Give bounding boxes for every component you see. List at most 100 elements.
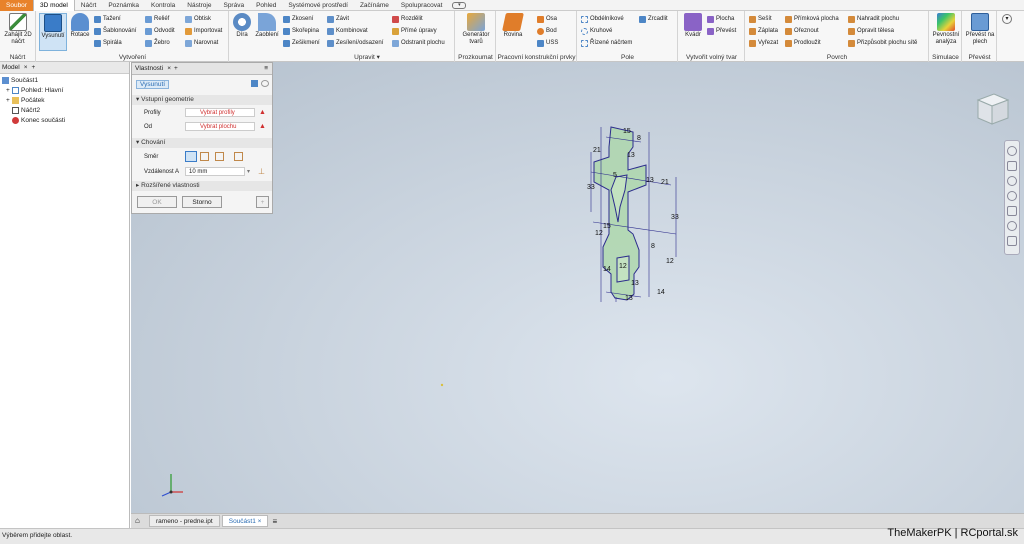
thread-button[interactable]: Závit — [327, 14, 349, 24]
dimension-label[interactable]: 13 — [625, 295, 633, 302]
feature-name-field[interactable]: Vysunutí — [136, 80, 170, 89]
convert-sheet-metal-button[interactable]: Převést na plech — [963, 13, 997, 46]
dimension-label[interactable]: 12 — [666, 258, 674, 265]
profiles-select[interactable]: Vybrat profily — [185, 108, 255, 117]
ribbon-options-icon[interactable]: ▾ — [1002, 14, 1012, 24]
tab-annotate[interactable]: Poznámka — [102, 0, 145, 11]
import-button[interactable]: Importovat — [185, 26, 222, 36]
close-icon[interactable]: × — [167, 65, 171, 72]
full-navigation-icon[interactable] — [1007, 221, 1017, 231]
replace-face-button[interactable]: Nahradit plochu — [848, 14, 899, 24]
loft-button[interactable]: Šablonování — [94, 26, 136, 36]
tab-tools[interactable]: Nástroje — [181, 0, 217, 11]
file-menu[interactable]: Soubor — [0, 0, 33, 11]
close-icon[interactable]: × — [24, 64, 28, 71]
input-geometry-section[interactable]: ▾ Vstupní geometrie — [132, 95, 272, 105]
direction-default-button[interactable] — [185, 151, 197, 162]
dimension-label[interactable]: 14 — [603, 266, 611, 273]
unwrap-button[interactable]: Narovnat — [185, 38, 218, 48]
tab-menu-icon[interactable]: ≡ — [272, 517, 277, 526]
steering-wheel-icon[interactable] — [1007, 146, 1017, 156]
visibility-icon[interactable] — [261, 80, 269, 87]
expand-icon[interactable]: + — [6, 97, 11, 104]
direction-flip-button[interactable] — [200, 152, 209, 161]
chevron-down-icon[interactable]: ▾ — [247, 168, 250, 175]
start-sketch-button[interactable]: Zahájit 2D náčrt — [3, 13, 33, 46]
plane-button[interactable]: Rovina — [500, 13, 526, 39]
tab-environments[interactable]: Systémové prostředí — [282, 0, 354, 11]
dimension-label[interactable]: 8 — [651, 243, 655, 250]
dimension-label[interactable]: 5 — [613, 172, 617, 179]
box-button[interactable]: Kvádr — [682, 13, 704, 39]
panel-menu-icon[interactable]: ≡ — [264, 65, 268, 72]
expand-icon[interactable]: + — [6, 87, 11, 94]
distance-input[interactable]: 10 mm — [185, 167, 245, 176]
ucs-button[interactable]: USS — [537, 38, 558, 48]
tab-3d-model[interactable]: 3D model — [32, 0, 75, 11]
behavior-section[interactable]: ▾ Chování — [132, 138, 272, 148]
dimension-label[interactable]: 13 — [631, 280, 639, 287]
fillet-button[interactable]: Zaoblení — [254, 13, 280, 39]
dimension-label[interactable]: 8 — [637, 135, 641, 142]
dimension-label[interactable]: 12 — [619, 263, 627, 270]
doc-tab-part1[interactable]: Součást1 × — [221, 515, 269, 527]
direction-symmetric-button[interactable] — [215, 152, 224, 161]
ruled-surface-button[interactable]: Přímková plocha — [785, 14, 839, 24]
tree-item-origin[interactable]: + Počátek — [6, 97, 45, 104]
direct-edit-button[interactable]: Přímé úpravy — [392, 26, 437, 36]
view-options-icon[interactable] — [1007, 236, 1017, 246]
combine-button[interactable]: Kombinovat — [327, 26, 368, 36]
hole-button[interactable]: Díra — [231, 13, 253, 39]
tree-item-part[interactable]: Součást1 — [2, 77, 38, 84]
shape-generator-button[interactable]: Generátor tvarů — [458, 13, 494, 46]
draft-button[interactable]: Zešikmení — [283, 38, 320, 48]
shell-button[interactable]: Skořepina — [283, 26, 319, 36]
extend-button[interactable]: Prodloužit — [785, 38, 821, 48]
delete-face-button[interactable]: Odstranit plochu — [392, 38, 445, 48]
tab-inspect[interactable]: Kontrola — [145, 0, 181, 11]
advanced-section[interactable]: ▸ Rozšířené vlastnosti — [132, 181, 272, 191]
look-at-icon[interactable] — [1007, 206, 1017, 216]
dimension-label[interactable]: 13 — [646, 177, 654, 184]
split-button[interactable]: Rozdělit — [392, 14, 423, 24]
orbit-icon[interactable] — [1007, 191, 1017, 201]
decal-button[interactable]: Obtisk — [185, 14, 211, 24]
dimension-label[interactable]: 14 — [657, 289, 665, 296]
tab-view[interactable]: Pohled — [250, 0, 282, 11]
tab-collaborate[interactable]: Spolupracovat — [395, 0, 449, 11]
circular-pattern-button[interactable]: Kruhové — [581, 26, 612, 36]
tree-item-sketch2[interactable]: Náčrt2 — [12, 107, 40, 114]
sketch-profile[interactable] — [593, 126, 647, 301]
repair-bodies-button[interactable]: Opravit tělesa — [848, 26, 894, 36]
dimension-label[interactable]: 33 — [587, 184, 595, 191]
cancel-button[interactable]: Storno — [182, 196, 222, 208]
derive-button[interactable]: Odvodit — [145, 26, 175, 36]
rib-button[interactable]: Žebro — [145, 38, 170, 48]
ribbon-display-toggle-icon[interactable]: ▾ — [452, 1, 467, 9]
patch-button[interactable]: Záplata — [749, 26, 778, 36]
home-icon[interactable]: ⌂ — [135, 515, 147, 527]
ok-button[interactable]: OK — [137, 196, 177, 208]
dimension-label[interactable]: 15 — [603, 223, 611, 230]
close-icon[interactable]: × — [258, 518, 262, 525]
view-cube[interactable] — [970, 88, 1012, 130]
from-select[interactable]: Vybrat plochu — [185, 122, 255, 131]
dimension-label[interactable]: 21 — [661, 179, 669, 186]
dimension-label[interactable]: 21 — [593, 147, 601, 154]
add-tab-icon[interactable]: + — [174, 65, 178, 72]
browser-add-tab-button[interactable]: + — [32, 64, 36, 71]
tab-manage[interactable]: Správa — [217, 0, 250, 11]
tree-item-end-of-part[interactable]: Konec součásti — [12, 117, 65, 124]
revolve-button[interactable]: Rotace — [68, 13, 92, 39]
sculpt-button[interactable]: Vyřezat — [749, 38, 778, 48]
dimension-label[interactable]: 12 — [595, 230, 603, 237]
doc-tab-rameno[interactable]: rameno - predne.ipt — [149, 515, 220, 527]
dimension-label[interactable]: 13 — [627, 152, 635, 159]
mirror-button[interactable]: Zrcadlit — [639, 14, 668, 24]
pan-icon[interactable] — [1007, 161, 1017, 171]
direction-asymmetric-button[interactable] — [234, 152, 243, 161]
trim-button[interactable]: Ořeznout — [785, 26, 819, 36]
apply-add-button[interactable]: + — [256, 196, 269, 208]
emboss-button[interactable]: Reliéf — [145, 14, 169, 24]
thicken-button[interactable]: Zesílení/odsazení — [327, 38, 383, 48]
